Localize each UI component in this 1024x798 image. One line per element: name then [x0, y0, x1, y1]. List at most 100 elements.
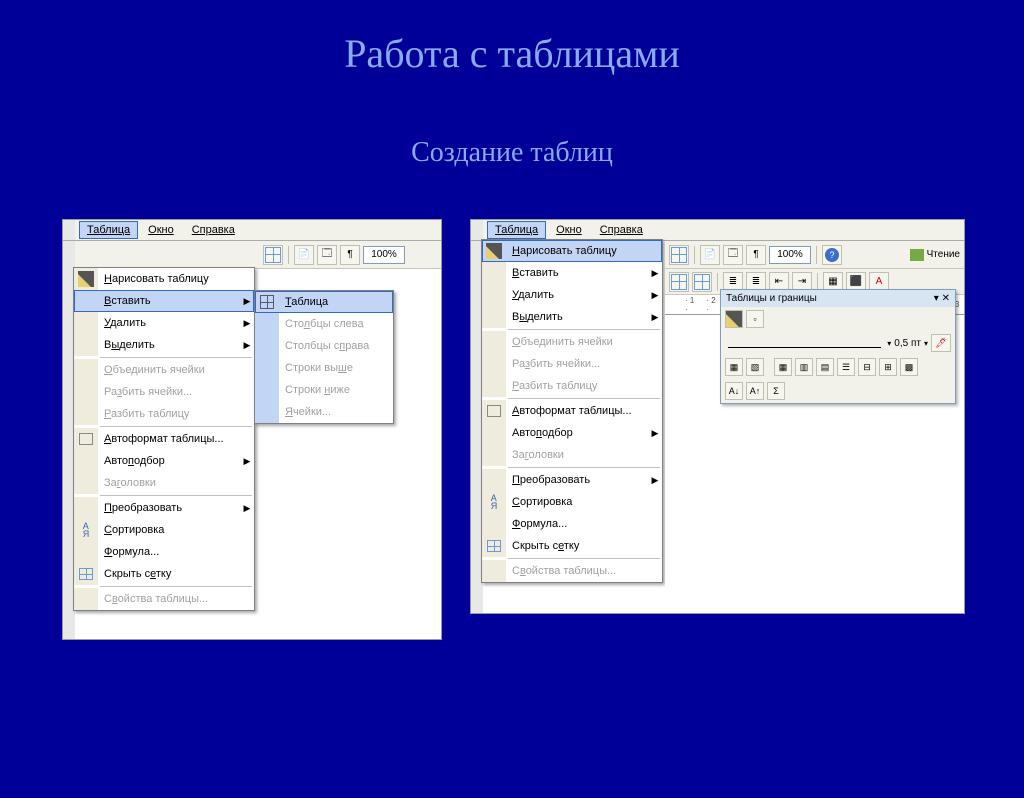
menu-item[interactable]: Вставить▶: [482, 262, 662, 284]
menu-icon-slot: [482, 535, 506, 557]
menu-item[interactable]: Преобразовать▶: [482, 469, 662, 491]
menubar: Таблица Окно Справка: [471, 220, 964, 241]
toolbar-btn-table-icon[interactable]: [669, 272, 689, 292]
panel-btn-border-color-icon[interactable]: 🖊: [931, 334, 951, 352]
sort-icon: AЯ: [83, 522, 90, 538]
submenu-arrow-icon: ▶: [648, 268, 662, 279]
menu-item-label: Автоформат таблицы...: [506, 405, 648, 417]
menu-item[interactable]: Автоподбор▶: [482, 422, 662, 444]
panel-btn-sort-desc-icon[interactable]: A↑: [746, 382, 764, 400]
panel-titlebar[interactable]: Таблицы и границы ▾ ✕: [721, 290, 955, 307]
menu-item: Разбить таблицу: [482, 375, 662, 397]
menu-icon-slot: [482, 306, 506, 328]
menu-item[interactable]: Вставить▶ТаблицаСтолбцы слеваСтолбцы спр…: [74, 290, 254, 312]
menu-item-label: Свойства таблицы...: [506, 565, 648, 577]
menubar-item-tablica[interactable]: Таблица: [487, 221, 546, 239]
panel-btn-distribute-rows-icon[interactable]: ⊟: [858, 358, 876, 376]
zoom-field[interactable]: 100%: [769, 246, 811, 264]
menu-icon-slot: [74, 472, 98, 494]
toolbar-btn-pane-icon[interactable]: 🗔: [317, 245, 337, 265]
table-icon: [260, 295, 274, 309]
menu-icon-slot: [482, 422, 506, 444]
zoom-field[interactable]: 100%: [363, 246, 405, 264]
panel-btn-insert-table-icon[interactable]: ▦: [774, 358, 792, 376]
toolbar-btn-paragraph-icon[interactable]: ¶: [340, 245, 360, 265]
menu-item[interactable]: Удалить▶: [74, 312, 254, 334]
menu-item[interactable]: Формула...: [74, 541, 254, 563]
toolbar-reading-mode[interactable]: Чтение: [910, 249, 960, 261]
submenu: ТаблицаСтолбцы слеваСтолбцы справаСтроки…: [254, 290, 394, 424]
menu-item[interactable]: Выделить▶: [74, 334, 254, 356]
submenu-arrow-icon: ▶: [648, 428, 662, 439]
menu-icon-slot: [482, 375, 506, 397]
panel-btn-autosum-icon[interactable]: Σ: [767, 382, 785, 400]
panel-btn-distribute-cols-icon[interactable]: ⊞: [879, 358, 897, 376]
toolbar-btn-paragraph-icon[interactable]: ¶: [746, 245, 766, 265]
menu-item-label: Формула...: [506, 518, 648, 530]
panel-btn-split-icon[interactable]: ▤: [816, 358, 834, 376]
menu-separator: [508, 467, 660, 468]
menu-icon-slot: [482, 284, 506, 306]
menu-item[interactable]: Скрыть сетку: [482, 535, 662, 557]
menu-item-label: Удалить: [506, 289, 648, 301]
toolbar-btn-help[interactable]: ?: [822, 245, 842, 265]
menu-item: Столбцы справа: [255, 335, 393, 357]
menu-item-label: Заголовки: [506, 449, 648, 461]
menu-item-label: Формула...: [98, 546, 240, 558]
menu-icon-slot: [255, 291, 279, 313]
menu-item[interactable]: Выделить▶: [482, 306, 662, 328]
sort-icon: AЯ: [491, 494, 498, 510]
menubar-item-spravka[interactable]: Справка: [184, 221, 243, 239]
menu-separator: [508, 398, 660, 399]
menu-icon-slot: [74, 403, 98, 425]
panel-btn-border-icon[interactable]: ▦: [725, 358, 743, 376]
toolbar-btn-columns-icon[interactable]: [263, 245, 283, 265]
toolbar-btn-table2-icon[interactable]: [692, 272, 712, 292]
menu-item[interactable]: Скрыть сетку: [74, 563, 254, 585]
dropdown-menu: Нарисовать таблицуВставить▶Удалить▶Выдел…: [481, 239, 663, 583]
menubar-item-tablica[interactable]: Таблица: [79, 221, 138, 239]
toolbar-btn-doc-icon[interactable]: 📄: [700, 245, 720, 265]
menu-item[interactable]: Автоформат таблицы...: [482, 400, 662, 422]
menu-item[interactable]: Преобразовать▶: [74, 497, 254, 519]
panel-dropdown-icon[interactable]: ▾: [934, 293, 939, 304]
panel-close-icon[interactable]: ✕: [942, 293, 950, 304]
menu-item-label: Выделить: [98, 339, 240, 351]
toolbar-btn-columns-icon[interactable]: [669, 245, 689, 265]
panel-btn-erase-icon[interactable]: ▫: [746, 310, 764, 328]
submenu-arrow-icon: ▶: [648, 475, 662, 486]
toolbar-btn-doc-icon[interactable]: 📄: [294, 245, 314, 265]
panel-btn-autoformat-icon[interactable]: ▩: [900, 358, 918, 376]
ruler-mark: · 1 ·: [685, 296, 695, 314]
menubar-item-spravka[interactable]: Справка: [592, 221, 651, 239]
panel-border-width[interactable]: 0,5 пт: [894, 338, 921, 349]
panel-btn-fill-icon[interactable]: ▧: [746, 358, 764, 376]
menubar-item-okno[interactable]: Окно: [548, 221, 590, 239]
toolbar-btn-pane-icon[interactable]: 🗔: [723, 245, 743, 265]
menu-item[interactable]: Формула...: [482, 513, 662, 535]
menu-item-label: Объединить ячейки: [98, 364, 240, 376]
pencil-icon: [78, 271, 94, 287]
menu-icon-slot: [74, 450, 98, 472]
panel-linestyle[interactable]: [728, 338, 881, 348]
menu-item[interactable]: Нарисовать таблицу: [482, 240, 662, 262]
panel-btn-merge-icon[interactable]: ▥: [795, 358, 813, 376]
menu-item[interactable]: Автоформат таблицы...: [74, 428, 254, 450]
menu-item-label: Заголовки: [98, 477, 240, 489]
menu-item-label: Разбить таблицу: [506, 380, 648, 392]
panel-title-buttons: ▾ ✕: [934, 293, 950, 304]
menu-item: Разбить таблицу: [74, 403, 254, 425]
menu-item[interactable]: Удалить▶: [482, 284, 662, 306]
menu-item[interactable]: Нарисовать таблицу: [74, 268, 254, 290]
menu-item[interactable]: AЯСортировка: [74, 519, 254, 541]
panel-btn-sort-asc-icon[interactable]: A↓: [725, 382, 743, 400]
panel-btn-draw-icon[interactable]: [725, 310, 743, 328]
panel-btn-align-icon[interactable]: ☰: [837, 358, 855, 376]
menu-icon-slot: [482, 560, 506, 582]
menu-item[interactable]: Таблица: [255, 291, 393, 313]
menu-item[interactable]: AЯСортировка: [482, 491, 662, 513]
menubar: Таблица Окно Справка: [63, 220, 441, 241]
menubar-item-okno[interactable]: Окно: [140, 221, 182, 239]
menu-icon-slot: [482, 331, 506, 353]
menu-item[interactable]: Автоподбор▶: [74, 450, 254, 472]
